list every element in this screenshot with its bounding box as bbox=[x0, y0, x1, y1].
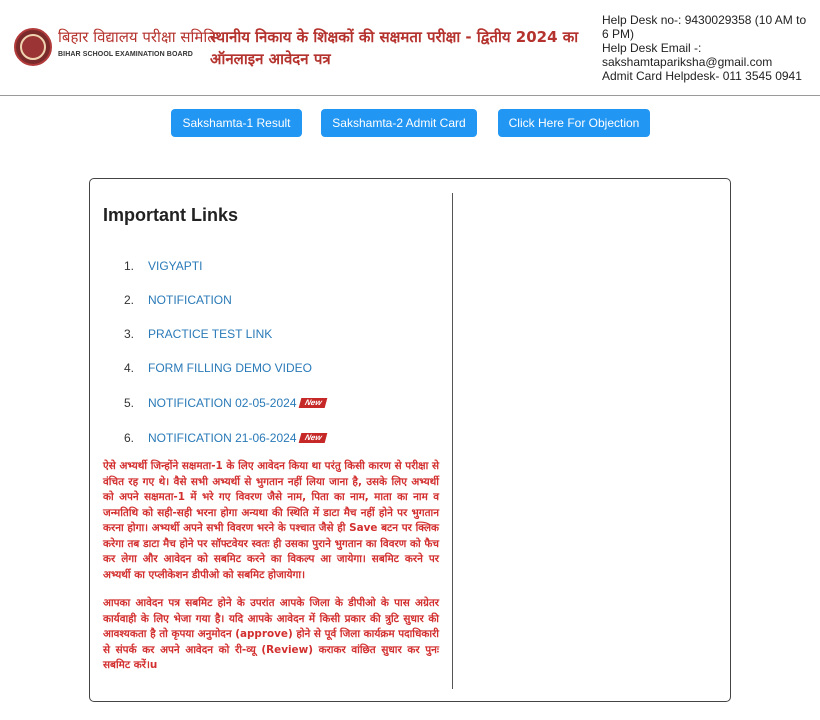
list-item: 5. NOTIFICATION 02-05-2024 New bbox=[124, 385, 328, 420]
vigyapti-link[interactable]: VIGYAPTI bbox=[148, 259, 202, 273]
new-badge: New bbox=[298, 432, 328, 443]
logo-english-text: BIHAR SCHOOL EXAMINATION BOARD bbox=[58, 51, 193, 58]
notice-paragraph-2: आपका आवेदन पत्र सबमिट होने के उपरांत आपक… bbox=[103, 597, 439, 671]
board-logo[interactable]: बिहार विद्यालय परीक्षा समिति BIHAR SCHOO… bbox=[14, 28, 216, 66]
notification-21-06-2024-link[interactable]: NOTIFICATION 21-06-2024 bbox=[148, 431, 297, 445]
list-item: 4. FORM FILLING DEMO VIDEO bbox=[124, 351, 326, 385]
list-item-number: 4. bbox=[124, 361, 135, 375]
important-links-list: 1. VIGYAPTI 2. NOTIFICATION 3. PRACTICE … bbox=[124, 249, 328, 455]
notice-paragraph-1: ऐसे अभ्यर्थी जिन्होंने सक्षमता-1 के लिए … bbox=[103, 460, 439, 581]
list-item-number: 5. bbox=[124, 395, 135, 410]
notification-02-05-2024-link[interactable]: NOTIFICATION 02-05-2024 bbox=[148, 396, 297, 410]
new-badge: New bbox=[298, 397, 328, 408]
board-seal-icon bbox=[14, 28, 52, 66]
list-item-number: 6. bbox=[124, 430, 135, 445]
helpdesk-info: Help Desk no-: 9430029358 (10 AM to 6 PM… bbox=[602, 13, 816, 83]
list-item-number: 2. bbox=[124, 293, 135, 307]
list-item: 1. VIGYAPTI bbox=[124, 249, 326, 283]
list-item: 3. PRACTICE TEST LINK bbox=[124, 317, 326, 351]
notification-link[interactable]: NOTIFICATION bbox=[148, 293, 232, 307]
list-item-number: 3. bbox=[124, 327, 135, 341]
important-links-title: Important Links bbox=[103, 205, 239, 225]
objection-button[interactable]: Click Here For Objection bbox=[498, 109, 650, 137]
logo-hindi-text: बिहार विद्यालय परीक्षा समिति bbox=[58, 28, 216, 46]
helpdesk-phone: Help Desk no-: 9430029358 (10 AM to 6 PM… bbox=[602, 13, 807, 41]
action-buttons: Sakshamta-1 Result Sakshamta-2 Admit Car… bbox=[0, 109, 820, 137]
admit-card-helpdesk: Admit Card Helpdesk- 011 3545 0941 bbox=[602, 69, 802, 83]
helpdesk-email: sakshamtapariksha@gmail.com bbox=[602, 55, 773, 69]
page-title: स्थानीय निकाय के शिक्षकों की सक्षमता परी… bbox=[210, 28, 579, 68]
column-divider bbox=[452, 193, 453, 689]
notice-text: ऐसे अभ्यर्थी जिन्होंने सक्षमता-1 के लिए … bbox=[103, 459, 439, 674]
helpdesk-email-label: Help Desk Email -: bbox=[602, 41, 702, 55]
practice-test-link[interactable]: PRACTICE TEST LINK bbox=[148, 327, 272, 341]
sakshamta-2-admit-card-button[interactable]: Sakshamta-2 Admit Card bbox=[321, 109, 477, 137]
sakshamta-1-result-button[interactable]: Sakshamta-1 Result bbox=[171, 109, 302, 137]
list-item-number: 1. bbox=[124, 259, 135, 273]
form-filling-demo-video-link[interactable]: FORM FILLING DEMO VIDEO bbox=[148, 361, 312, 375]
page-header: बिहार विद्यालय परीक्षा समिति BIHAR SCHOO… bbox=[0, 0, 820, 96]
important-links-card: Important Links 1. VIGYAPTI 2. NOTIFICAT… bbox=[89, 178, 731, 702]
list-item: 2. NOTIFICATION bbox=[124, 283, 326, 317]
list-item: 6. NOTIFICATION 21-06-2024 New bbox=[124, 420, 328, 455]
